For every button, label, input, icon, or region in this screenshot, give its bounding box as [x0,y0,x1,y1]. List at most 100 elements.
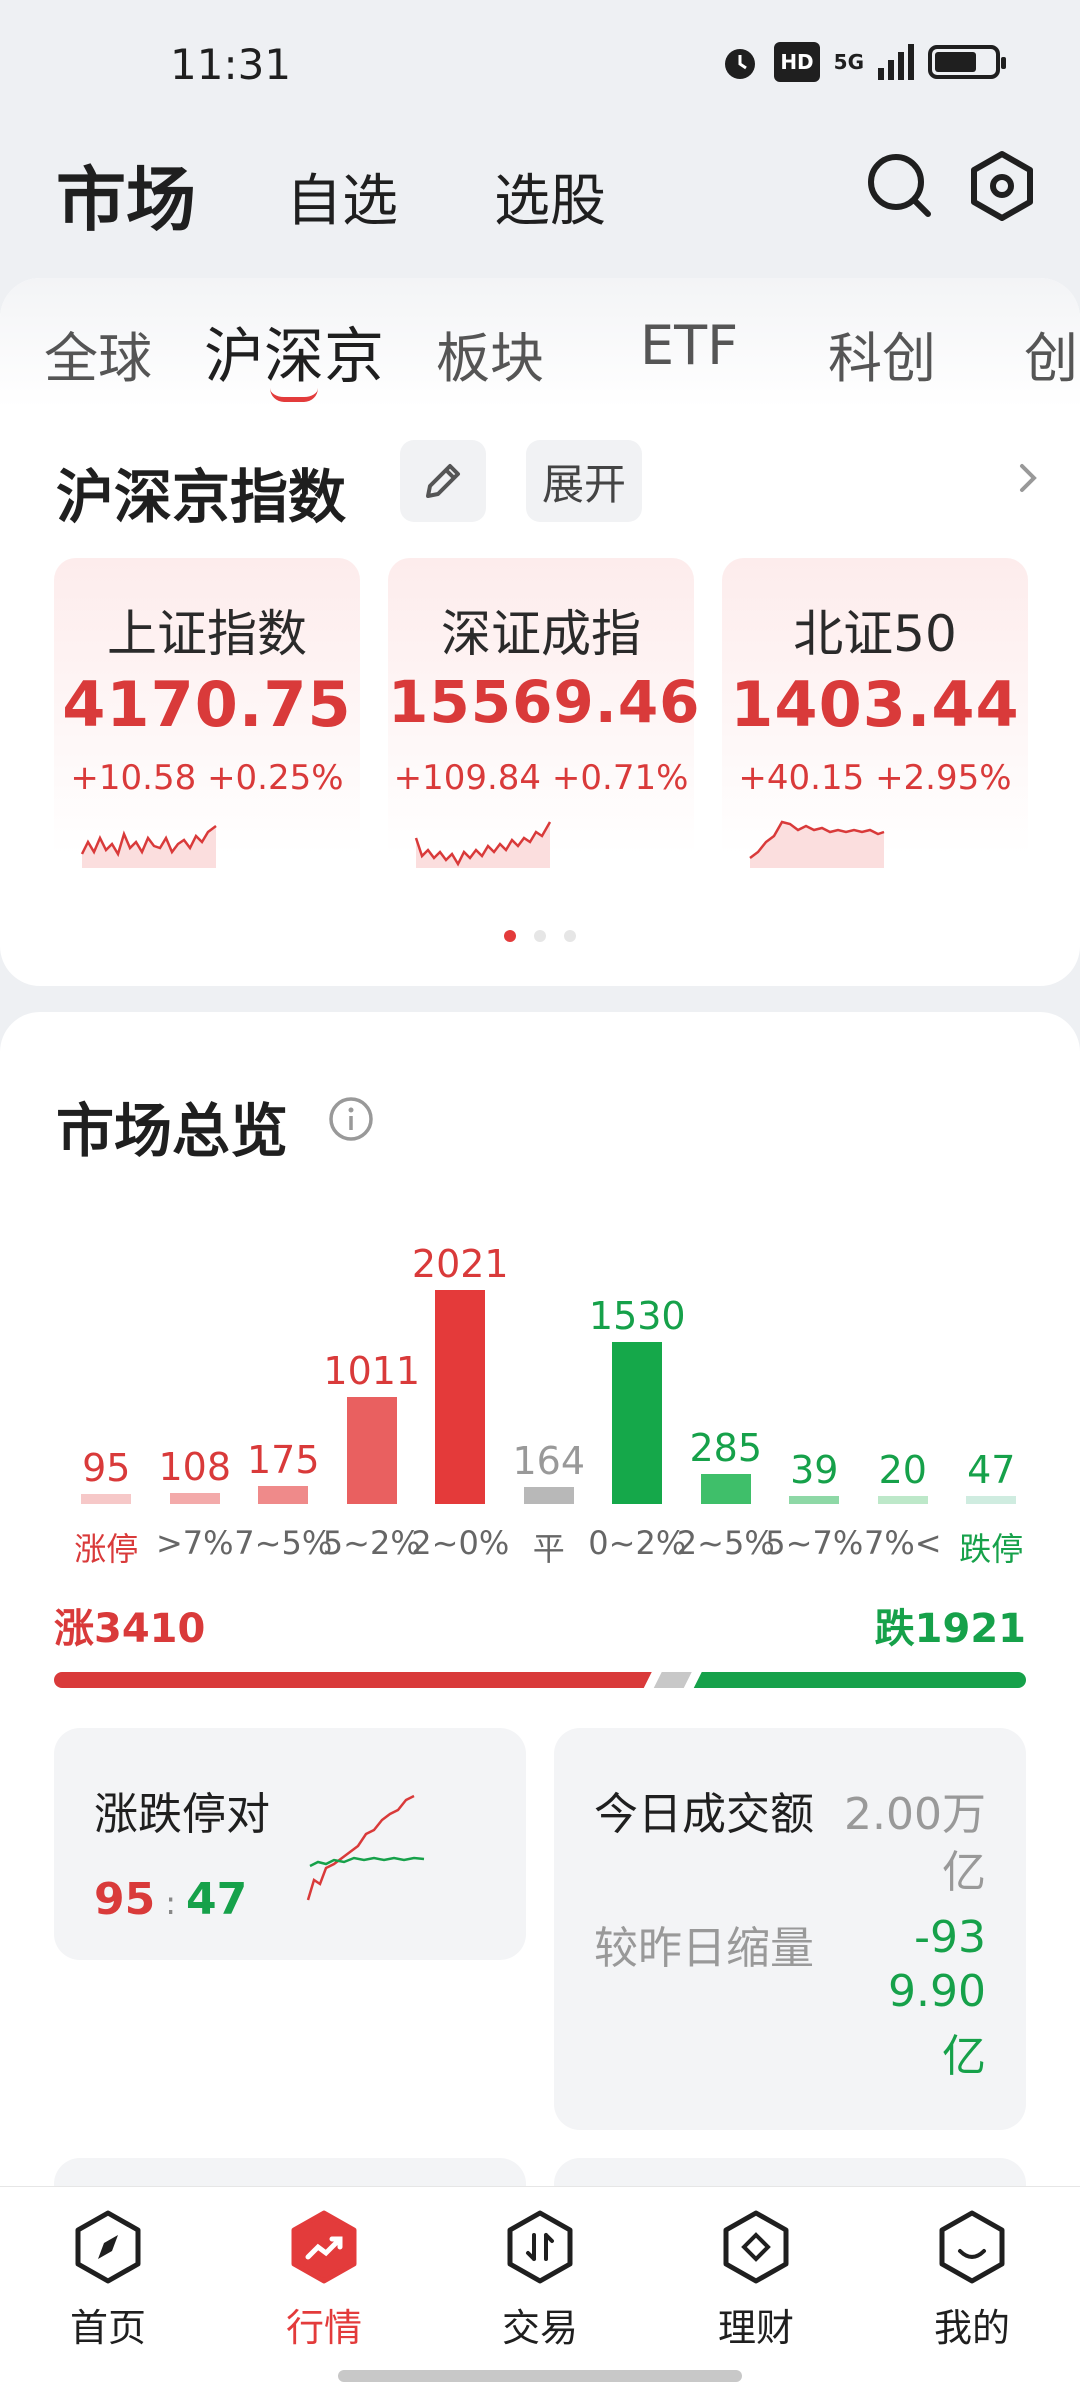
nav-home[interactable]: 首页 [38,2207,178,2352]
bar-value-label: 2021 [411,1242,509,1287]
nav-label: 我的 [933,2306,1010,2350]
rise-total: 涨3410 [54,1606,206,1652]
distribution-bar [81,1493,132,1504]
index-card-bse50[interactable]: 北证50 1403.44 +40.15 +2.95% [722,558,1028,888]
signal-icon [878,44,914,80]
bar-value-label: 108 [158,1444,232,1489]
turnover-tile[interactable]: 今日成交额 2.00万 亿 较昨日缩量 -93 9.90 亿 [554,1728,1026,2130]
index-name: 上证指数 [107,605,307,663]
expand-button[interactable]: 展开 [526,440,642,522]
distribution-bar [877,1496,928,1504]
compare-value-line3: 亿 [942,2031,986,2082]
distribution-bar [346,1397,397,1504]
edit-button[interactable] [400,440,486,522]
tab-market[interactable]: 市场 [56,144,196,245]
bar-category-label: 7~5% [234,1524,333,1562]
alarm-icon [725,49,756,79]
limit-trend-chart [306,1794,425,1901]
tab-stock-picker[interactable]: 选股 [494,156,606,237]
distribution-chart: 95 涨停 108 >7% 175 7~5% 1011 5~2% 2021 2~0% 164 平 153… [40,1212,1040,1612]
bar-category-label: >7% [155,1524,234,1562]
rise-fall-ratio-bar [54,1672,1026,1688]
index-card-sse[interactable]: 上证指数 4170.75 +10.58 +0.25% [54,558,360,888]
nav-profile[interactable]: 我的 [902,2207,1042,2352]
bar-value-label: 39 [790,1448,839,1492]
bar-category-label: 2~0% [411,1524,510,1562]
indices-card: 全球 沪深京 板块 ETF 科创 创 沪深京指数 展开 上证指数 4170.75… [0,278,1080,986]
limit-up-count: 95 [94,1874,156,1925]
compare-label: 较昨日缩量 [594,1923,814,1974]
distribution-bar [966,1496,1017,1504]
bar-value-label: 1530 [588,1294,686,1339]
subtab-chinext[interactable]: 创 [1024,314,1078,393]
index-card-szse[interactable]: 深证成指 15569.46 +109.84 +0.71% [388,558,700,888]
subtab-etf[interactable]: ETF [640,314,738,377]
bar-value-label: 95 [82,1445,131,1490]
index-change-points: +109.84 [393,758,542,798]
distribution-bar [435,1290,486,1504]
turnover-title: 今日成交额 [594,1789,814,1840]
nav-label: 首页 [69,2306,146,2350]
hd-badge: HD [774,42,820,82]
bar-value-label: 20 [878,1448,927,1492]
distribution-bar [523,1486,574,1504]
nav-label: 行情 [285,2306,362,2350]
info-icon[interactable] [326,1094,376,1144]
settings-icon[interactable] [966,150,1038,222]
bar-category-label: 5~7% [765,1524,864,1562]
home-indicator[interactable] [338,2370,742,2382]
nav-label: 理财 [717,2306,794,2350]
bar-category-label: 7%< [863,1524,942,1562]
nav-wealth[interactable]: 理财 [686,2207,826,2352]
bar-value-label: 175 [246,1437,320,1482]
status-bar: 11:31 HD 5G [0,0,1080,130]
bar-category-label: 涨停 [74,1530,139,1568]
subtab-indicator [270,388,318,402]
distribution-bar [700,1473,751,1504]
tab-watchlist[interactable]: 自选 [286,156,398,237]
index-change-percent: +0.71% [551,758,689,798]
subtab-star[interactable]: 科创 [828,314,936,393]
battery-icon [928,45,1006,79]
indices-title: 沪深京指数 [56,463,347,531]
page-dot[interactable] [534,930,546,942]
distribution-bar [258,1485,309,1504]
search-icon[interactable] [864,150,936,222]
page-dot[interactable] [504,930,516,942]
compare-value-line2: 9.90 [888,1966,986,2017]
distribution-bar [612,1342,663,1504]
subtab-sectors[interactable]: 板块 [436,314,544,393]
rise-segment [54,1672,652,1688]
compass-icon [75,2210,141,2284]
subtab-global[interactable]: 全球 [44,314,152,393]
bar-category-label: 5~2% [322,1524,421,1562]
distribution-bar [789,1496,840,1504]
limit-ratio-value: 95:47 [94,1874,247,1925]
top-nav: 市场 自选 选股 [0,130,1080,270]
page-dot[interactable] [564,930,576,942]
trade-icon [507,2210,573,2284]
profile-icon [939,2210,1005,2284]
index-sparkline [80,825,217,868]
status-time: 11:31 [170,40,292,89]
ratio-separator: : [165,1884,177,1922]
chevron-right-icon[interactable] [1006,456,1050,500]
subtab-hs-bj[interactable]: 沪深京 [204,308,384,395]
pencil-icon [426,464,460,498]
fall-segment [693,1672,1026,1688]
battery-level [935,52,976,72]
nav-label: 交易 [501,2306,578,2350]
bar-value-label: 285 [689,1425,763,1470]
turnover-value-line2: 亿 [942,1847,986,1898]
bar-value-label: 164 [512,1438,586,1483]
fall-total: 跌1921 [874,1606,1026,1652]
network-label: 5G [833,50,864,74]
turnover-value-line1: 2.00万 [844,1789,986,1840]
limit-ratio-tile[interactable]: 涨跌停对 95:47 [54,1728,526,1960]
wealth-icon [723,2210,789,2284]
nav-quotes[interactable]: 行情 [254,2207,394,2352]
limit-down-count: 47 [186,1874,248,1925]
nav-trade[interactable]: 交易 [470,2207,610,2352]
index-change-percent: +0.25% [207,758,344,798]
page-indicator [0,930,1080,942]
